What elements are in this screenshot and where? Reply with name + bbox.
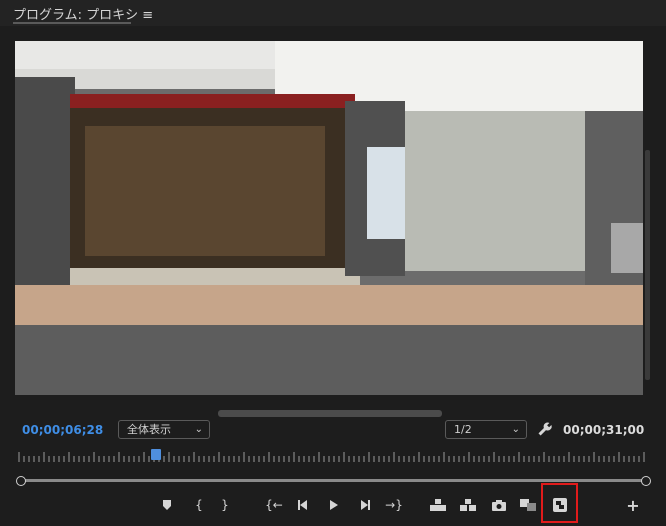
go-to-in-button[interactable]: {←	[263, 496, 285, 514]
camera-icon	[492, 499, 506, 511]
highlight-box	[541, 483, 578, 523]
marker-icon	[163, 500, 171, 510]
mark-out-button[interactable]: }	[214, 496, 236, 514]
add-marker-button[interactable]	[156, 496, 178, 514]
horizontal-scrollbar[interactable]	[218, 410, 442, 417]
go-to-in-icon: {←	[265, 498, 283, 512]
time-ruler[interactable]	[15, 450, 647, 466]
out-icon: }	[221, 498, 229, 512]
go-to-out-button[interactable]: →}	[383, 496, 405, 514]
video-frame	[15, 41, 643, 395]
in-icon: {	[195, 498, 203, 512]
zoom-handle-right[interactable]	[641, 476, 651, 486]
program-monitor-viewer[interactable]	[15, 41, 643, 395]
zoom-scrollbar[interactable]	[20, 479, 646, 482]
compare-icon	[520, 499, 536, 511]
play-icon	[330, 500, 338, 510]
fit-value: 全体表示	[127, 423, 171, 436]
go-to-out-icon: →}	[385, 498, 403, 512]
lift-button[interactable]	[427, 496, 449, 514]
playhead-marker[interactable]	[151, 449, 161, 460]
chevron-down-icon: ⌄	[511, 424, 520, 435]
resolution-value: 1/2	[454, 423, 472, 436]
panel-title[interactable]: プログラム: プロキシ ≡	[13, 4, 153, 23]
wrench-icon[interactable]	[537, 421, 553, 437]
resolution-dropdown[interactable]: 1/2 ⌄	[445, 420, 527, 439]
play-button[interactable]	[323, 496, 345, 514]
fit-dropdown[interactable]: 全体表示 ⌄	[118, 420, 210, 439]
step-back-icon	[298, 500, 307, 510]
panel-header: プログラム: プロキシ ≡	[0, 0, 666, 26]
playhead-timecode[interactable]: 00;00;06;28	[22, 423, 103, 437]
comparison-view-button[interactable]	[517, 496, 539, 514]
button-editor[interactable]: +	[622, 495, 644, 515]
plus-icon: +	[626, 495, 640, 515]
chevron-down-icon: ⌄	[194, 424, 203, 435]
step-forward-icon	[361, 500, 370, 510]
tab-underline	[13, 22, 131, 24]
zoom-handle-left[interactable]	[16, 476, 26, 486]
extract-button[interactable]	[457, 496, 479, 514]
step-forward-button[interactable]	[353, 496, 375, 514]
vertical-scrollbar[interactable]	[645, 150, 650, 380]
step-back-button[interactable]	[293, 496, 315, 514]
export-frame-button[interactable]	[488, 496, 510, 514]
duration-timecode: 00;00;31;00	[563, 423, 645, 437]
mark-in-button[interactable]: {	[188, 496, 210, 514]
lift-icon	[430, 499, 446, 511]
extract-icon	[460, 499, 476, 511]
